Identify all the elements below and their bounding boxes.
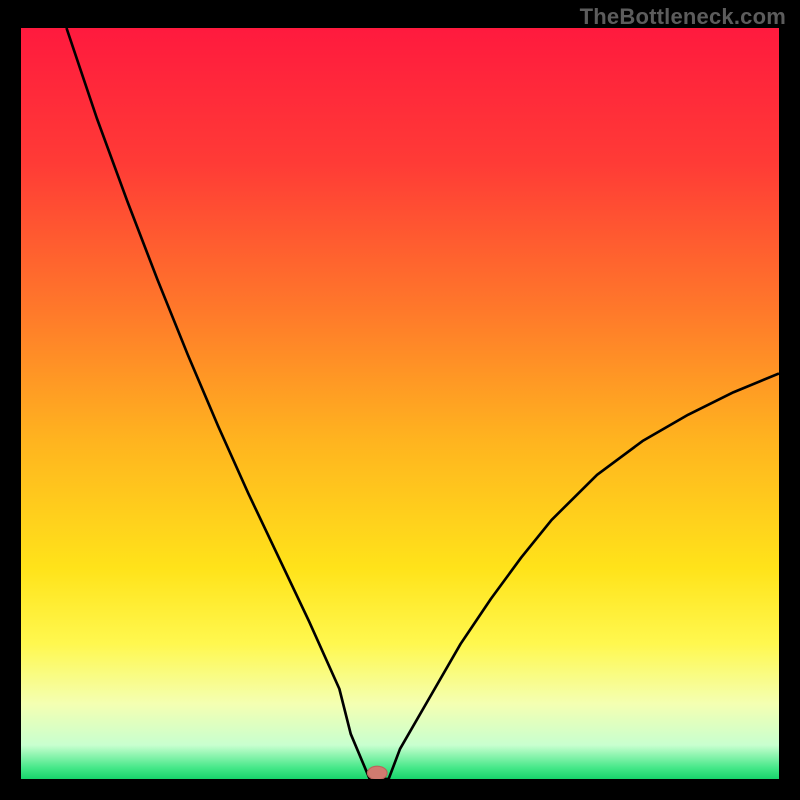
watermark-text: TheBottleneck.com [580,4,786,30]
gradient-background [21,28,779,779]
chart-frame: TheBottleneck.com [0,0,800,800]
bottleneck-plot [21,28,779,779]
optimum-marker [367,766,387,779]
